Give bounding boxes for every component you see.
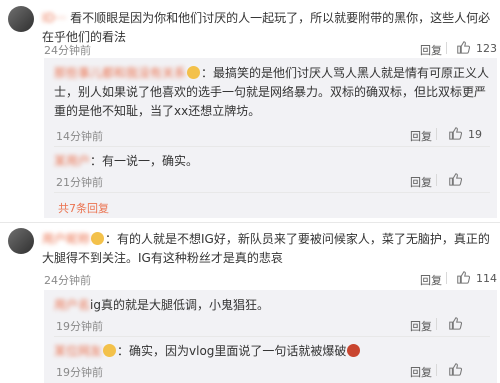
emoji-icon [187, 66, 201, 79]
reply-2-body: 某用户：有一说一，确实。 [54, 152, 492, 171]
reply-time: 19分钟前 [56, 320, 103, 333]
reply-button[interactable]: 回复 [420, 272, 442, 288]
thumbs-up-icon[interactable] [456, 40, 470, 54]
thumbs-up-icon[interactable] [448, 126, 462, 140]
divider [436, 318, 437, 330]
commenter-name[interactable]: ID··· [42, 11, 66, 25]
divider [54, 146, 490, 147]
emoji-icon [103, 344, 117, 357]
divider [0, 222, 500, 223]
comment-time: 24分钟前 [44, 274, 91, 287]
like-count: 114 [476, 272, 497, 285]
thumbs-up-icon[interactable] [448, 316, 462, 330]
comment-time: 24分钟前 [44, 44, 91, 57]
avatar[interactable] [8, 6, 34, 32]
avatar[interactable] [8, 228, 34, 254]
emoji-icon [91, 232, 105, 245]
reply-text: ：有一说一，确实。 [90, 154, 199, 168]
divider [54, 192, 490, 193]
thumbs-up-icon[interactable] [448, 362, 462, 376]
reply-time: 21分钟前 [56, 176, 103, 189]
comment-text: 看不顺眼是因为你和他们讨厌的人一起玩了，所以就要附带的黑你，这些人何必在乎他们的… [42, 11, 491, 44]
replier-name[interactable]: 某用户 [54, 154, 90, 168]
divider [446, 42, 447, 54]
commenter-name[interactable]: 用户昵称 [42, 232, 90, 246]
reply-text: ：确实，因为vlog里面说了一句话就被爆破 [117, 344, 347, 358]
more-replies-link[interactable]: 共7条回复 [58, 200, 109, 216]
reply-button[interactable]: 回复 [420, 42, 442, 58]
reply-text: ig真的就是大腿低调，小鬼猖狂。 [90, 298, 269, 312]
reply-4-body: 某位网友 ：确实，因为vlog里面说了一句话就被爆破 [54, 342, 492, 361]
divider [54, 336, 490, 337]
reply-button[interactable]: 回复 [410, 318, 432, 334]
reply-time: 14分钟前 [56, 130, 103, 143]
divider [436, 364, 437, 376]
thumbs-up-icon[interactable] [448, 172, 462, 186]
replier-name[interactable]: 用户名 [54, 298, 90, 312]
like-count: 19 [468, 128, 482, 141]
reply-1-body: 那些事儿都和我没有关系 ：最搞笑的是他们讨厌人骂人黑人就是情有可原正义人士，别人如… [54, 64, 492, 121]
reply-button[interactable]: 回复 [410, 174, 432, 190]
reply-button[interactable]: 回复 [410, 364, 432, 380]
thumbs-up-icon[interactable] [456, 270, 470, 284]
divider [436, 128, 437, 140]
reply-button[interactable]: 回复 [410, 128, 432, 144]
replier-name[interactable]: 某位网友 [54, 344, 102, 358]
comment-2-body: 用户昵称 ：有的人就是不想IG好，新队员来了要被问候家人，菜了无脑护，真正的大腿得… [42, 230, 497, 268]
reply-3-body: 用户名ig真的就是大腿低调，小鬼猖狂。 [54, 296, 492, 315]
emoji-icon [347, 344, 361, 357]
comment-text: ：有的人就是不想IG好，新队员来了要被问候家人，菜了无脑护，真正的大腿得不到关注… [42, 232, 490, 265]
divider [436, 174, 437, 186]
replier-name[interactable]: 那些事儿都和我没有关系 [54, 66, 186, 80]
divider [446, 272, 447, 284]
reply-time: 19分钟前 [56, 366, 103, 379]
like-count: 123 [476, 42, 497, 55]
